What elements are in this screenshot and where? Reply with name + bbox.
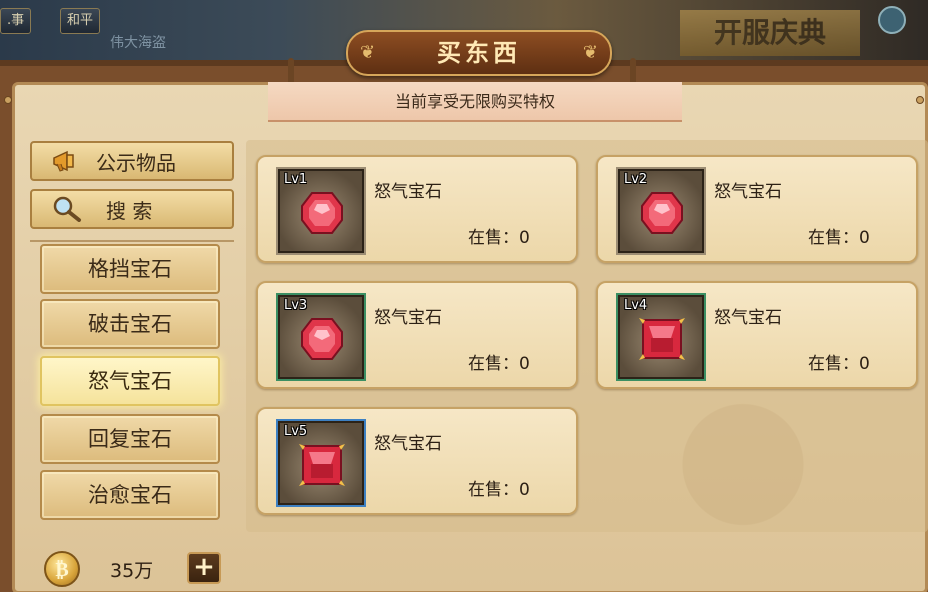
item-level: Lv1 <box>284 172 308 187</box>
category-crit-gem[interactable]: 破击宝石 <box>40 299 220 349</box>
rage-gem-icon <box>299 444 345 486</box>
window-title: 买东西 <box>437 38 521 67</box>
rage-gem-icon <box>301 192 343 234</box>
category-heal-gem[interactable]: 治愈宝石 <box>40 470 220 520</box>
rage-gem-icon <box>641 192 683 234</box>
rivet-icon <box>4 96 12 104</box>
item-card[interactable]: Lv1 怒气宝石 在售：0 <box>256 155 578 263</box>
item-level: Lv3 <box>284 298 308 313</box>
item-level: Lv4 <box>624 298 648 313</box>
item-card[interactable]: Lv2 怒气宝石 在售：0 <box>596 155 918 263</box>
item-level: Lv2 <box>624 172 648 187</box>
item-name: 怒气宝石 <box>714 182 782 202</box>
megaphone-icon <box>50 148 84 174</box>
privilege-banner: 当前享受无限购买特权 <box>268 82 682 122</box>
item-thumbnail: Lv5 <box>276 419 366 507</box>
item-name: 怒气宝石 <box>714 308 782 328</box>
item-thumbnail: Lv1 <box>276 167 366 255</box>
search-button[interactable]: 搜 索 <box>30 189 234 229</box>
add-currency-button[interactable]: + <box>187 552 221 584</box>
announce-items-label: 公示物品 <box>96 150 176 175</box>
right-swirl-icon: ❦ <box>582 42 598 63</box>
search-label: 搜 索 <box>106 198 153 223</box>
item-name: 怒气宝石 <box>374 182 442 202</box>
item-stock: 在售：0 <box>468 228 530 248</box>
item-thumbnail: Lv4 <box>616 293 706 381</box>
announce-items-button[interactable]: 公示物品 <box>30 141 234 181</box>
item-name: 怒气宝石 <box>374 434 442 454</box>
category-restore-gem[interactable]: 回复宝石 <box>40 414 220 464</box>
item-stock: 在售：0 <box>468 354 530 374</box>
coin-icon: ₿ <box>44 551 80 587</box>
compass-icon <box>878 6 906 34</box>
item-thumbnail: Lv2 <box>616 167 706 255</box>
item-stock: 在售：0 <box>468 480 530 500</box>
rage-gem-icon <box>639 318 685 360</box>
item-thumbnail: Lv3 <box>276 293 366 381</box>
left-divider <box>30 240 234 242</box>
item-stock: 在售：0 <box>808 228 870 248</box>
item-name: 怒气宝石 <box>374 308 442 328</box>
item-card[interactable]: Lv3 怒气宝石 在售：0 <box>256 281 578 389</box>
rivet-icon <box>916 96 924 104</box>
item-card[interactable]: Lv4 怒气宝石 在售：0 <box>596 281 918 389</box>
category-rage-gem[interactable]: 怒气宝石 <box>40 356 220 406</box>
rage-gem-icon <box>301 318 343 360</box>
item-stock: 在售：0 <box>808 354 870 374</box>
category-block-gem[interactable]: 格挡宝石 <box>40 244 220 294</box>
left-swirl-icon: ❦ <box>360 42 376 63</box>
item-level: Lv5 <box>284 424 308 439</box>
window-title-plate: ❦ 买东西 ❦ <box>346 30 612 76</box>
bg-tab-story: .事 <box>0 8 32 34</box>
item-card[interactable]: Lv5 怒气宝石 在售：0 <box>256 407 578 515</box>
bg-event-banner: 开服庆典 <box>680 10 860 56</box>
coin-amount: 35万 <box>110 560 154 582</box>
bg-subtitle: 伟大海盗 <box>110 35 166 51</box>
bg-tab-peace: 和平 <box>60 8 101 34</box>
search-icon <box>50 196 84 222</box>
